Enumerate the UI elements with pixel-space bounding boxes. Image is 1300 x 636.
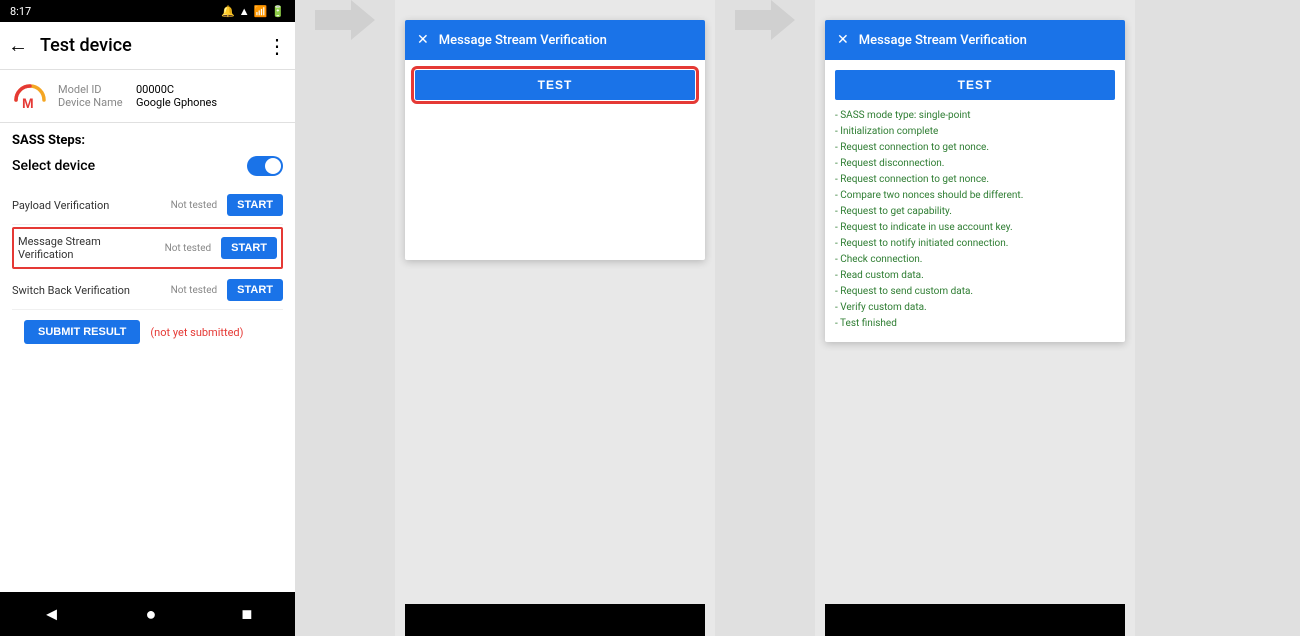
log-line: - Request disconnection.: [835, 156, 1115, 172]
step-status-switch-back: Not tested: [171, 285, 218, 296]
dialog-1: ✕ Message Stream Verification TEST: [405, 20, 705, 260]
log-line: - Initialization complete: [835, 124, 1115, 140]
dialog-2-body: TEST - SASS mode type: single-point- Ini…: [825, 60, 1125, 342]
back-button[interactable]: ←: [8, 33, 28, 58]
dialog-1-header: ✕ Message Stream Verification: [405, 20, 705, 60]
log-line: - Check connection.: [835, 252, 1115, 268]
log-line: - Request to notify initiated connection…: [835, 236, 1115, 252]
start-message-stream-button[interactable]: START: [221, 237, 277, 259]
select-device-row: Select device: [12, 156, 283, 176]
step-switch-back: Switch Back Verification Not tested STAR…: [12, 271, 283, 310]
step-name-switch-back: Switch Back Verification: [12, 284, 165, 297]
device-details: Model ID 00000C Device Name Google Gphon…: [58, 83, 217, 109]
dialog-1-body: TEST: [405, 60, 705, 260]
more-menu-button[interactable]: ⋮: [267, 34, 287, 58]
dialog-2: ✕ Message Stream Verification TEST - SAS…: [825, 20, 1125, 342]
step-name-payload: Payload Verification: [12, 199, 165, 212]
test-button-2[interactable]: TEST: [835, 70, 1115, 100]
test-btn-1-row: TEST: [415, 70, 695, 100]
dialog-2-title: Message Stream Verification: [859, 33, 1027, 48]
arrow-2-container: [715, 0, 815, 40]
nav-home-button[interactable]: ●: [146, 604, 157, 625]
arrow-1: [315, 0, 375, 40]
select-device-toggle[interactable]: [247, 156, 283, 176]
submit-row: SUBMIT RESULT (not yet submitted): [12, 310, 283, 354]
log-line: - Compare two nonces should be different…: [835, 188, 1115, 204]
log-line: - Request connection to get nonce.: [835, 140, 1115, 156]
arrow-1-container: [295, 0, 395, 40]
step-status-payload: Not tested: [171, 200, 218, 211]
device-name-value: Google Gphones: [136, 96, 217, 109]
submit-status: (not yet submitted): [150, 326, 243, 339]
test-button-1[interactable]: TEST: [415, 70, 695, 100]
start-payload-button[interactable]: START: [227, 194, 283, 216]
dialog-1-title: Message Stream Verification: [439, 33, 607, 48]
log-line: - Request to indicate in use account key…: [835, 220, 1115, 236]
status-icons: 🔔 ▲ 📶 🔋: [221, 5, 285, 18]
model-id-label: Model ID: [58, 83, 128, 96]
wifi-icon: 📶: [254, 5, 268, 18]
svg-text:M: M: [22, 95, 34, 111]
step-message-stream: Message StreamVerification Not tested ST…: [12, 227, 283, 269]
log-line: - Verify custom data.: [835, 300, 1115, 316]
dialog-1-bottom-bar: [405, 604, 705, 636]
phone-panel: 8:17 🔔 ▲ 📶 🔋 ← Test device ⋮ M: [0, 0, 295, 636]
notification-icon: 🔔: [221, 5, 235, 18]
log-line: - Request to get capability.: [835, 204, 1115, 220]
step-payload-verification: Payload Verification Not tested START: [12, 186, 283, 225]
select-device-label: Select device: [12, 158, 95, 174]
log-line: - SASS mode type: single-point: [835, 108, 1115, 124]
dialog-1-wrapper: ✕ Message Stream Verification TEST: [395, 0, 715, 636]
status-bar: 8:17 🔔 ▲ 📶 🔋: [0, 0, 295, 22]
dialog-2-close-button[interactable]: ✕: [837, 32, 849, 48]
step-status-message-stream: Not tested: [165, 243, 212, 254]
dialog-1-close-button[interactable]: ✕: [417, 32, 429, 48]
log-line: - Request to send custom data.: [835, 284, 1115, 300]
arrow-2: [735, 0, 795, 40]
dialog-2-bottom-bar: [825, 604, 1125, 636]
device-logo: M: [12, 78, 48, 114]
signal-icon: ▲: [239, 5, 250, 18]
dialog-2-wrapper: ✕ Message Stream Verification TEST - SAS…: [815, 0, 1135, 636]
test-btn-2-row: TEST: [835, 70, 1115, 100]
start-switch-back-button[interactable]: START: [227, 279, 283, 301]
sass-title: SASS Steps:: [12, 133, 283, 148]
device-name-label: Device Name: [58, 96, 128, 109]
nav-bar: ◄ ● ■: [0, 592, 295, 636]
log-line: - Test finished: [835, 316, 1115, 332]
device-info: M Model ID 00000C Device Name Google Gph…: [0, 70, 295, 123]
status-time: 8:17: [10, 5, 31, 18]
battery-icon: 🔋: [271, 5, 285, 18]
phone-content: ← Test device ⋮ M Model ID 00000C Device…: [0, 22, 295, 592]
app-bar: ← Test device ⋮: [0, 22, 295, 70]
result-log: - SASS mode type: single-point- Initiali…: [835, 108, 1115, 332]
log-line: - Read custom data.: [835, 268, 1115, 284]
app-title: Test device: [40, 35, 267, 56]
step-name-message-stream: Message StreamVerification: [18, 235, 159, 261]
nav-back-button[interactable]: ◄: [43, 604, 61, 625]
nav-recent-button[interactable]: ■: [242, 604, 253, 625]
toggle-knob: [265, 158, 281, 174]
dialog-2-header: ✕ Message Stream Verification: [825, 20, 1125, 60]
sass-section: SASS Steps: Select device Payload Verifi…: [0, 123, 295, 592]
model-id-value: 00000C: [136, 83, 174, 96]
submit-result-button[interactable]: SUBMIT RESULT: [24, 320, 140, 344]
log-line: - Request connection to get nonce.: [835, 172, 1115, 188]
